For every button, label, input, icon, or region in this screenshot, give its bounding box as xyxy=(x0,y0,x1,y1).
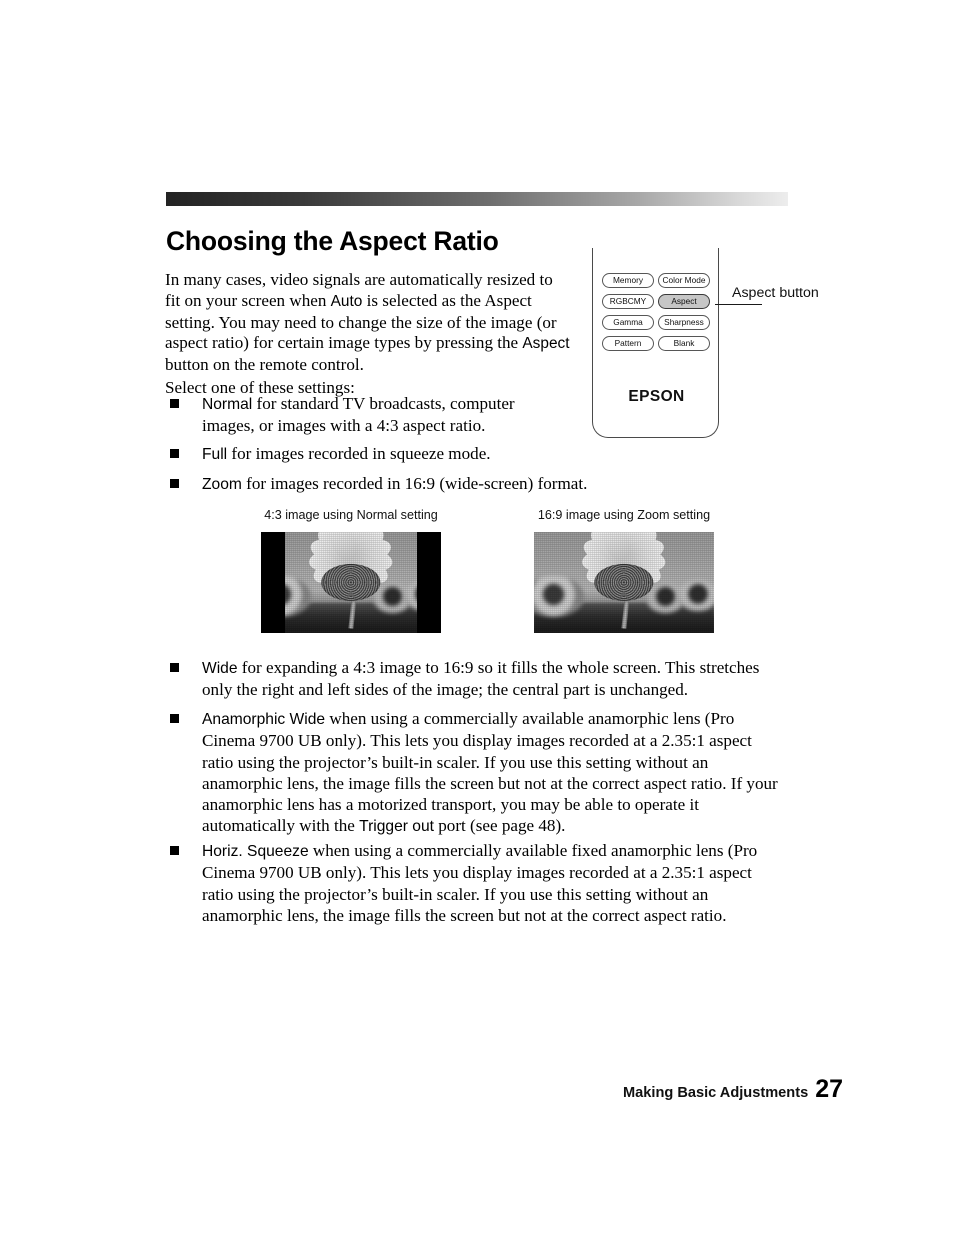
remote-control-figure: Memory Color Mode RGBCMY Aspect Gamma Sh… xyxy=(592,248,819,448)
remote-button-grid: Memory Color Mode RGBCMY Aspect Gamma Sh… xyxy=(602,273,712,351)
list-item: Normal for standard TV broadcasts, compu… xyxy=(170,393,570,437)
list-item-term: Anamorphic Wide xyxy=(202,711,326,728)
list-item: Full for images recorded in squeeze mode… xyxy=(170,443,570,465)
bullet-square-icon xyxy=(170,449,179,458)
figure-image-zoom xyxy=(534,532,714,633)
header-gradient-rule xyxy=(166,192,788,206)
list-item-text: for images recorded in 16:9 (wide-screen… xyxy=(241,474,588,493)
bullet-square-icon xyxy=(170,399,179,408)
bullet-square-icon xyxy=(170,663,179,672)
sunflower-scene xyxy=(261,532,441,633)
list-item-term: Full xyxy=(202,446,228,463)
pillarbox-bar-right xyxy=(417,532,441,633)
callout-leader-line xyxy=(715,304,762,305)
list-item-text: for images recorded in squeeze mode. xyxy=(227,444,491,463)
list-item-text-b: port (see page 48). xyxy=(433,816,566,836)
list-item-term: Horiz. Squeeze xyxy=(202,843,309,860)
callout-label-aspect-button: Aspect button xyxy=(732,285,819,301)
list-item-term: Normal xyxy=(202,396,253,413)
bullet-square-icon xyxy=(170,846,179,855)
sunflower-icon xyxy=(554,532,694,629)
list-item: Horiz. Squeeze when using a commercially… xyxy=(170,840,786,926)
list-item-body: Normal for standard TV broadcasts, compu… xyxy=(202,393,570,437)
remote-button-blank[interactable]: Blank xyxy=(658,336,710,351)
page-footer: Making Basic Adjustments 27 xyxy=(0,1075,843,1104)
epson-logo: EPSON xyxy=(628,388,685,405)
figure-caption-left: 4:3 image using Normal setting xyxy=(264,508,438,522)
list-item-term: Wide xyxy=(202,660,238,677)
figure-caption-right: 16:9 image using Zoom setting xyxy=(537,508,711,522)
list-item-term: Zoom xyxy=(202,476,242,493)
sunflower-icon xyxy=(281,532,421,629)
figure-image-normal xyxy=(261,532,441,633)
list-item-body: Wide for expanding a 4:3 image to 16:9 s… xyxy=(202,657,786,701)
list-item-body: Zoom for images recorded in 16:9 (wide-s… xyxy=(202,473,590,495)
remote-body: Memory Color Mode RGBCMY Aspect Gamma Sh… xyxy=(592,248,719,438)
bullet-square-icon xyxy=(170,479,179,488)
list-item-body: Horiz. Squeeze when using a commercially… xyxy=(202,840,786,926)
pillarbox-bar-left xyxy=(261,532,285,633)
document-page: Choosing the Aspect Ratio In many cases,… xyxy=(0,0,954,1235)
list-item: Zoom for images recorded in 16:9 (wide-s… xyxy=(170,473,590,495)
sunflower-scene xyxy=(534,532,714,633)
footer-section-label: Making Basic Adjustments xyxy=(623,1085,809,1101)
remote-button-aspect[interactable]: Aspect xyxy=(658,294,710,309)
list-item-body: Full for images recorded in squeeze mode… xyxy=(202,443,570,465)
intro-text-part3: button on the remote control. xyxy=(165,355,364,375)
intro-term-auto: Auto xyxy=(330,292,363,310)
bullet-square-icon xyxy=(170,714,179,723)
list-item-term-trigger-out: Trigger out xyxy=(359,818,434,836)
remote-button-memory[interactable]: Memory xyxy=(602,273,654,288)
intro-term-aspect: Aspect xyxy=(522,335,570,353)
remote-button-pattern[interactable]: Pattern xyxy=(602,336,654,351)
intro-paragraph: In many cases, video signals are automat… xyxy=(165,270,570,376)
list-item: Wide for expanding a 4:3 image to 16:9 s… xyxy=(170,657,786,701)
sunflower-disc xyxy=(594,563,654,602)
footer-page-number: 27 xyxy=(815,1075,843,1103)
remote-button-color-mode[interactable]: Color Mode xyxy=(658,273,710,288)
list-item-body: Anamorphic Wide when using a commerciall… xyxy=(202,708,786,838)
list-item: Anamorphic Wide when using a commerciall… xyxy=(170,708,786,838)
list-item-text: for expanding a 4:3 image to 16:9 so it … xyxy=(202,658,760,700)
remote-button-sharpness[interactable]: Sharpness xyxy=(658,315,710,330)
remote-button-gamma[interactable]: Gamma xyxy=(602,315,654,330)
remote-button-rgbcmy[interactable]: RGBCMY xyxy=(602,294,654,309)
sunflower-disc xyxy=(321,563,381,602)
